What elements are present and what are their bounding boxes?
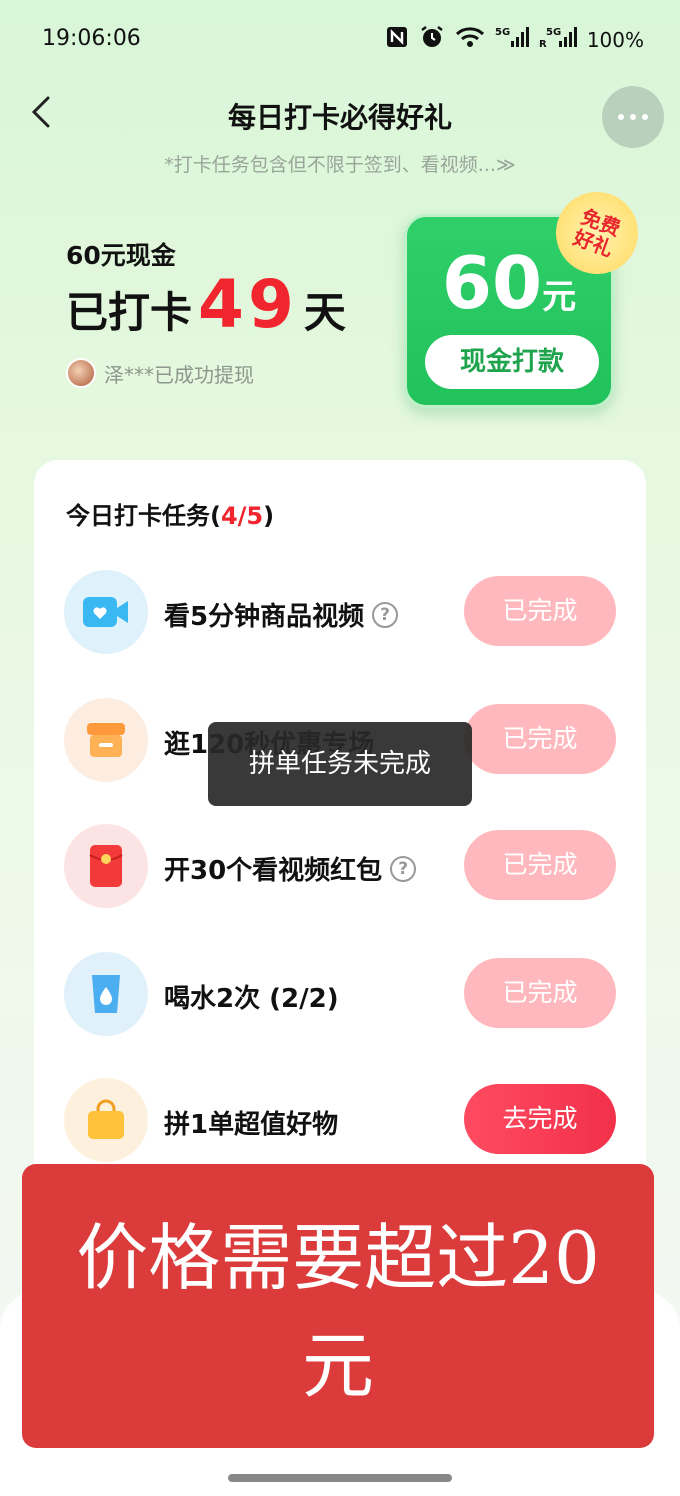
task-label-text: 拼1单超值好物: [164, 1110, 339, 1140]
task-done-button[interactable]: 已完成: [464, 704, 616, 774]
cash-unit: 元: [542, 277, 577, 317]
help-icon[interactable]: ?: [390, 855, 417, 882]
task-label: 喝水2次 (2/2): [164, 978, 339, 1015]
red-envelope-icon: [64, 824, 148, 908]
list-item: 喝水2次 (2/2) 已完成: [64, 952, 616, 1038]
status-icons: 5G R 5G 100%: [385, 24, 644, 55]
list-item: 看5分钟商品视频 ? 已完成: [64, 570, 616, 656]
task-done-button[interactable]: 已完成: [464, 830, 616, 900]
days-count: 49: [198, 266, 298, 343]
checkin-days: 已打卡 49 天: [66, 266, 346, 343]
svg-text:R: R: [539, 39, 547, 49]
signal-5g-icon: 5G: [495, 25, 529, 54]
shop-icon: [64, 698, 148, 782]
winner-text: 泽***已成功提现: [104, 362, 254, 387]
days-prefix: 已打卡: [66, 288, 193, 337]
shopping-bag-icon: [64, 1078, 148, 1162]
task-title-text: 今日打卡任务: [66, 502, 210, 530]
task-label-text: 看5分钟商品视频: [164, 602, 365, 632]
task-label: 开30个看视频红包 ?: [164, 850, 417, 887]
task-label: 看5分钟商品视频 ?: [164, 596, 399, 633]
annotation-banner: 价格需要超过20元: [22, 1164, 654, 1448]
page-subtitle[interactable]: *打卡任务包含但不限于签到、看视频...≫: [0, 150, 680, 177]
task-done-button[interactable]: 已完成: [464, 958, 616, 1028]
video-icon: [64, 570, 148, 654]
task-label-text: 开30个看视频红包: [164, 856, 383, 886]
progress-open: (: [210, 502, 221, 530]
status-bar: 19:06:06 5G R 5G 100%: [0, 0, 680, 80]
svg-text:5G: 5G: [546, 27, 561, 38]
help-icon[interactable]: ?: [372, 601, 399, 628]
more-menu-button[interactable]: [602, 86, 664, 148]
nfc-icon: [385, 25, 409, 54]
cash-number: 60: [441, 241, 543, 325]
wifi-icon: [455, 25, 485, 54]
status-time: 19:06:06: [42, 26, 141, 51]
task-panel-title: 今日打卡任务(4/5): [66, 496, 275, 533]
more-dot-icon: [630, 114, 636, 120]
signal-5g-roaming-icon: R 5G: [539, 25, 577, 54]
banner-text: 价格需要超过20元: [76, 1216, 600, 1408]
more-dot-icon: [618, 114, 624, 120]
battery-level: 100%: [586, 27, 644, 52]
avatar: [66, 358, 96, 388]
task-label-text: 喝水2次 (2/2): [164, 984, 339, 1014]
water-cup-icon: [64, 952, 148, 1036]
days-suffix: 天: [303, 288, 346, 337]
toast-message: 拼单任务未完成: [208, 722, 472, 806]
svg-text:5G: 5G: [495, 27, 510, 38]
list-item: 拼1单超值好物 去完成: [64, 1078, 616, 1164]
progress-close: ): [263, 502, 275, 530]
task-progress: 4/5: [220, 502, 264, 530]
more-dot-icon: [642, 114, 648, 120]
task-go-button[interactable]: 去完成: [464, 1084, 616, 1154]
list-item: 开30个看视频红包 ? 已完成: [64, 824, 616, 910]
page-title: 每日打卡必得好礼: [227, 101, 452, 134]
task-done-button[interactable]: 已完成: [464, 576, 616, 646]
home-indicator[interactable]: [228, 1474, 452, 1482]
cash-payout-button[interactable]: 现金打款: [425, 335, 599, 389]
task-label: 拼1单超值好物: [164, 1104, 338, 1141]
winner-notice: 泽***已成功提现: [66, 358, 254, 388]
task-panel: 今日打卡任务(4/5) 看5分钟商品视频 ? 已完成 逛120秒优惠专场 已完成…: [34, 460, 646, 1220]
alarm-icon: [419, 24, 445, 55]
